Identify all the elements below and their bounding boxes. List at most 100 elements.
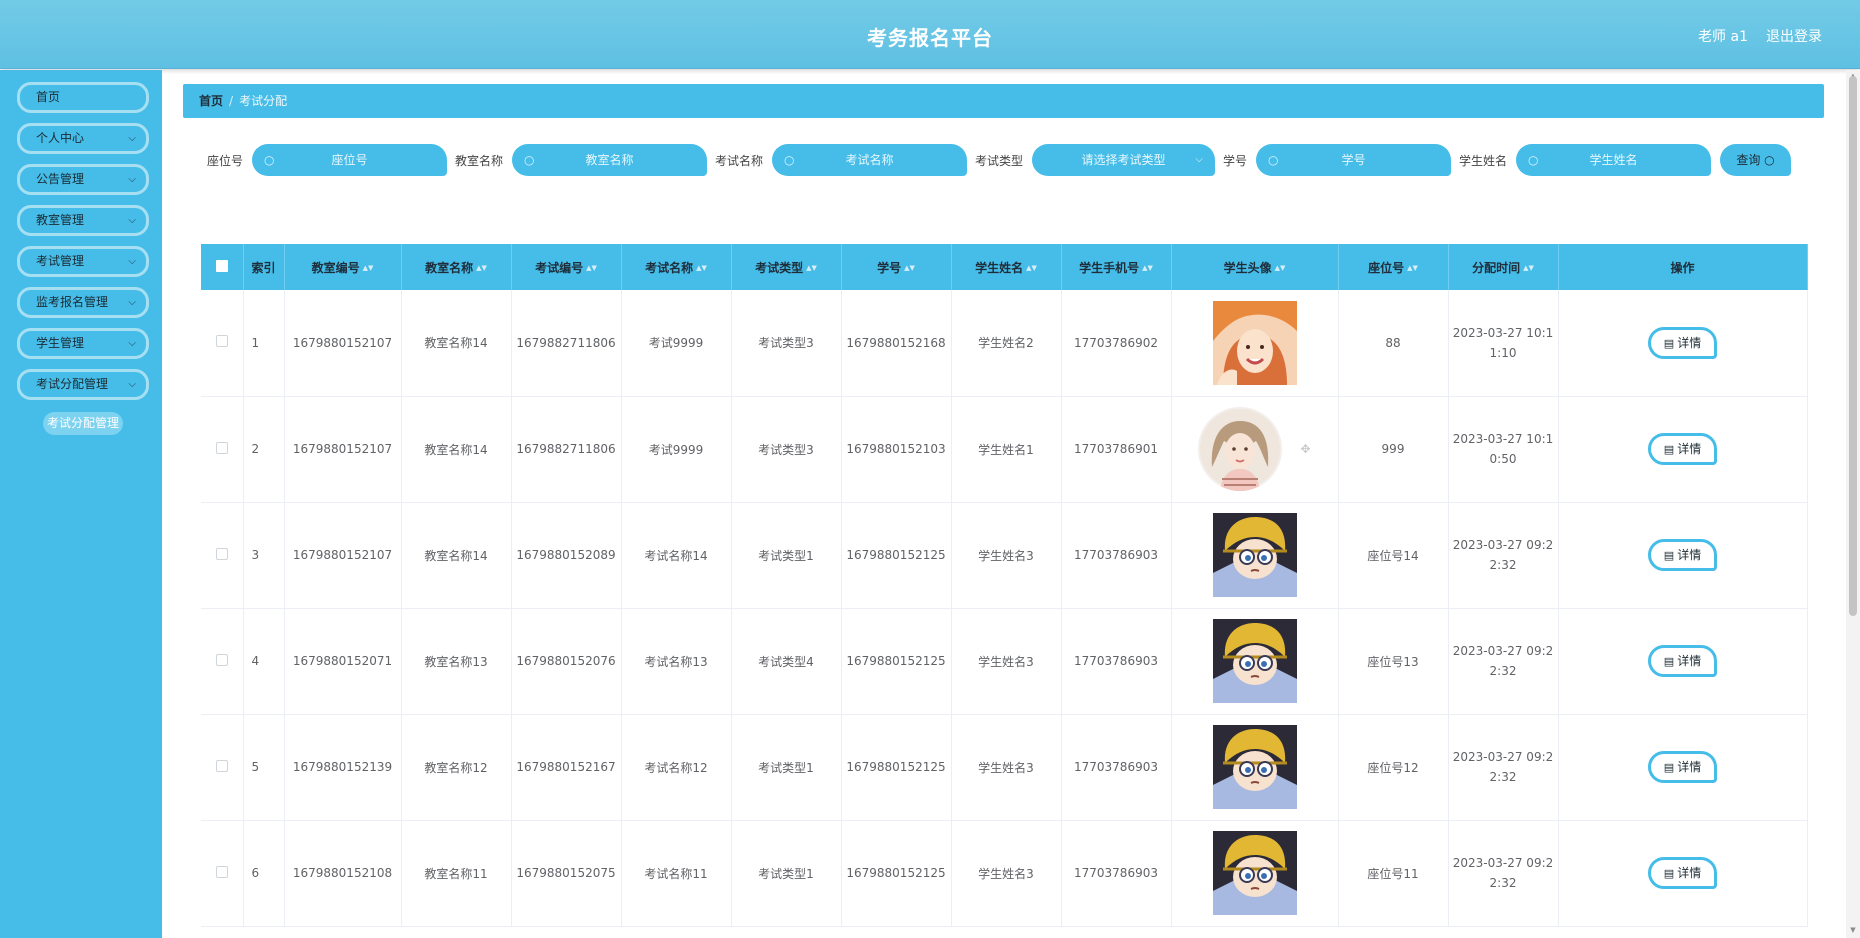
detail-button[interactable]: ▤ 详情 — [1648, 433, 1717, 465]
scrollbar-thumb[interactable] — [1849, 76, 1857, 616]
sort-icon[interactable]: ▲▼ — [1142, 264, 1153, 272]
col-header-sortable[interactable]: 考试名称 ▲▼ — [621, 244, 732, 290]
col-header-sortable[interactable]: 学生手机号 ▲▼ — [1061, 244, 1172, 290]
sidebar-item-invigilation[interactable]: 监考报名管理 ⌵ — [17, 287, 149, 318]
detail-button[interactable]: ▤ 详情 — [1648, 751, 1717, 783]
sidebar-item-notice[interactable]: 公告管理 ⌵ — [17, 164, 149, 195]
col-header-sortable[interactable]: 考试类型 ▲▼ — [731, 244, 842, 290]
row-checkbox[interactable] — [215, 547, 228, 560]
col-header-sortable[interactable]: 学生姓名 ▲▼ — [951, 244, 1062, 290]
student-name-input[interactable]: ○ 学生姓名 — [1516, 144, 1711, 176]
detail-button-label: 详情 — [1677, 866, 1702, 880]
cell-time: 2023-03-27 09:2 2:32 — [1448, 502, 1559, 609]
row-select-cell[interactable] — [201, 714, 244, 821]
col-header-sortable[interactable]: 教室编号 ▲▼ — [284, 244, 402, 290]
chevron-down-icon: ⌵ — [128, 215, 136, 226]
sort-icon[interactable]: ▲▼ — [1523, 264, 1534, 272]
sidebar-subitem-exam-allocation[interactable]: 考试分配管理 — [43, 412, 123, 435]
avatar-girl-drawing[interactable] — [1198, 407, 1282, 491]
row-select-cell[interactable] — [201, 820, 244, 927]
select-all-cell[interactable] — [201, 244, 244, 290]
time-part: 2:32 — [1489, 664, 1517, 678]
col-header-sortable[interactable]: 考试编号 ▲▼ — [511, 244, 622, 290]
col-header-label: 分配时间 — [1472, 260, 1521, 275]
cell-exam-no: 1679882711806 — [511, 396, 622, 503]
avatar-boy-cartoon[interactable] — [1213, 619, 1297, 703]
exam-name-input[interactable]: ○ 考试名称 — [772, 144, 967, 176]
col-header-label: 操作 — [1670, 260, 1695, 275]
avatar-boy-cartoon[interactable] — [1213, 725, 1297, 809]
cell-room-name: 教室名称11 — [401, 820, 512, 927]
avatar-boy-cartoon[interactable] — [1213, 513, 1297, 597]
col-header-label: 考试类型 — [755, 260, 804, 275]
time-part: 2023-03-27 10:1 — [1452, 432, 1554, 446]
document-icon: ▤ — [1663, 655, 1675, 668]
detail-button[interactable]: ▤ 详情 — [1648, 645, 1717, 677]
sort-icon[interactable]: ▲▼ — [1026, 264, 1037, 272]
sidebar-item-classroom[interactable]: 教室管理 ⌵ — [17, 205, 149, 236]
student-no-input[interactable]: ○ 学号 — [1256, 144, 1451, 176]
sidebar-item-label: 教室管理 — [36, 213, 85, 227]
sort-icon[interactable]: ▲▼ — [696, 264, 707, 272]
classroom-name-input[interactable]: ○ 教室名称 — [512, 144, 707, 176]
classroom-name-placeholder: 教室名称 — [585, 153, 634, 167]
sort-icon[interactable]: ▲▼ — [806, 264, 817, 272]
avatar-girl-photo[interactable] — [1213, 301, 1297, 385]
sidebar-item-exam[interactable]: 考试管理 ⌵ — [17, 246, 149, 277]
time-part: 0:50 — [1489, 452, 1517, 466]
detail-button[interactable]: ▤ 详情 — [1648, 326, 1717, 359]
col-header-sortable[interactable]: 学号 ▲▼ — [841, 244, 952, 290]
cell-phone: 17703786903 — [1061, 820, 1172, 927]
sidebar-item-home[interactable]: 首页 — [17, 82, 149, 113]
row-select-cell[interactable] — [201, 396, 244, 503]
sort-icon[interactable]: ▲▼ — [363, 264, 374, 272]
avatar-boy-cartoon[interactable] — [1213, 831, 1297, 915]
row-checkbox[interactable] — [215, 441, 228, 454]
row-select-cell[interactable] — [201, 290, 244, 397]
sidebar-item-student[interactable]: 学生管理 ⌵ — [17, 328, 149, 359]
sort-icon[interactable]: ▲▼ — [476, 264, 487, 272]
student-name-label: 学生姓名 — [1459, 154, 1508, 168]
breadcrumb-home[interactable]: 首页 — [199, 94, 223, 108]
col-header-label: 教室名称 — [425, 260, 474, 275]
col-header-sortable[interactable]: 学生头像 ▲▼ — [1171, 244, 1339, 290]
sort-icon[interactable]: ▲▼ — [586, 264, 597, 272]
time-part: 2023-03-27 09:2 — [1452, 538, 1554, 552]
drag-handle-icon[interactable]: ✥ — [1300, 442, 1310, 456]
col-header-sortable[interactable]: 分配时间 ▲▼ — [1448, 244, 1559, 290]
select-all-checkbox[interactable] — [215, 259, 228, 272]
chevron-down-icon: ⌵ — [128, 297, 136, 308]
row-select-cell[interactable] — [201, 608, 244, 715]
sidebar-item-exam-allocation[interactable]: 考试分配管理 ⌵ — [17, 369, 149, 400]
sort-icon[interactable]: ▲▼ — [904, 264, 915, 272]
classroom-name-label: 教室名称 — [455, 154, 504, 168]
sort-icon[interactable]: ▲▼ — [1407, 264, 1418, 272]
scroll-down-arrow-icon[interactable]: ▼ — [1849, 926, 1857, 934]
row-checkbox[interactable] — [215, 865, 228, 878]
logout-link[interactable]: 退出登录 — [1766, 26, 1822, 46]
sidebar-item-profile[interactable]: 个人中心 ⌵ — [17, 123, 149, 154]
cell-time: 2023-03-27 09:2 2:32 — [1448, 714, 1559, 821]
time-part: 1:10 — [1489, 345, 1517, 360]
cell-exam-no: 1679882711806 — [511, 290, 622, 397]
sidebar: 首页 个人中心 ⌵ 公告管理 ⌵ 教室管理 ⌵ 考试管理 ⌵ 监考报名管理 ⌵ 学生管理 ⌵… — [0, 70, 162, 938]
row-checkbox[interactable] — [215, 653, 228, 666]
query-button[interactable]: 查询 ○ — [1720, 144, 1791, 176]
page-scrollbar[interactable]: ▲ ▼ — [1846, 70, 1860, 938]
col-header-sortable[interactable]: 座位号 ▲▼ — [1338, 244, 1449, 290]
detail-button[interactable]: ▤ 详情 — [1648, 539, 1717, 571]
row-index: 5 — [243, 714, 285, 821]
detail-button[interactable]: ▤ 详情 — [1648, 857, 1717, 889]
cell-exam-name: 考试名称13 — [621, 608, 732, 715]
table-header-row: 索引 教室编号 ▲▼ 教室名称 ▲▼ 考试编号 ▲▼ 考试名称 ▲▼ 考试类型 ▲▼ 学号… — [201, 244, 1808, 290]
seat-input[interactable]: ○ 座位号 — [252, 144, 447, 176]
row-select-cell[interactable] — [201, 502, 244, 609]
cell-actions: ▤ 详情 — [1558, 714, 1808, 821]
sort-icon[interactable]: ▲▼ — [1275, 264, 1286, 272]
search-icon: ○ — [1268, 153, 1279, 167]
row-checkbox[interactable] — [215, 759, 228, 772]
col-header-sortable[interactable]: 教室名称 ▲▼ — [401, 244, 512, 290]
cell-student-name: 学生姓名1 — [951, 396, 1062, 503]
row-checkbox[interactable] — [215, 335, 228, 348]
exam-type-select[interactable]: 请选择考试类型 ⌵ — [1032, 144, 1215, 176]
